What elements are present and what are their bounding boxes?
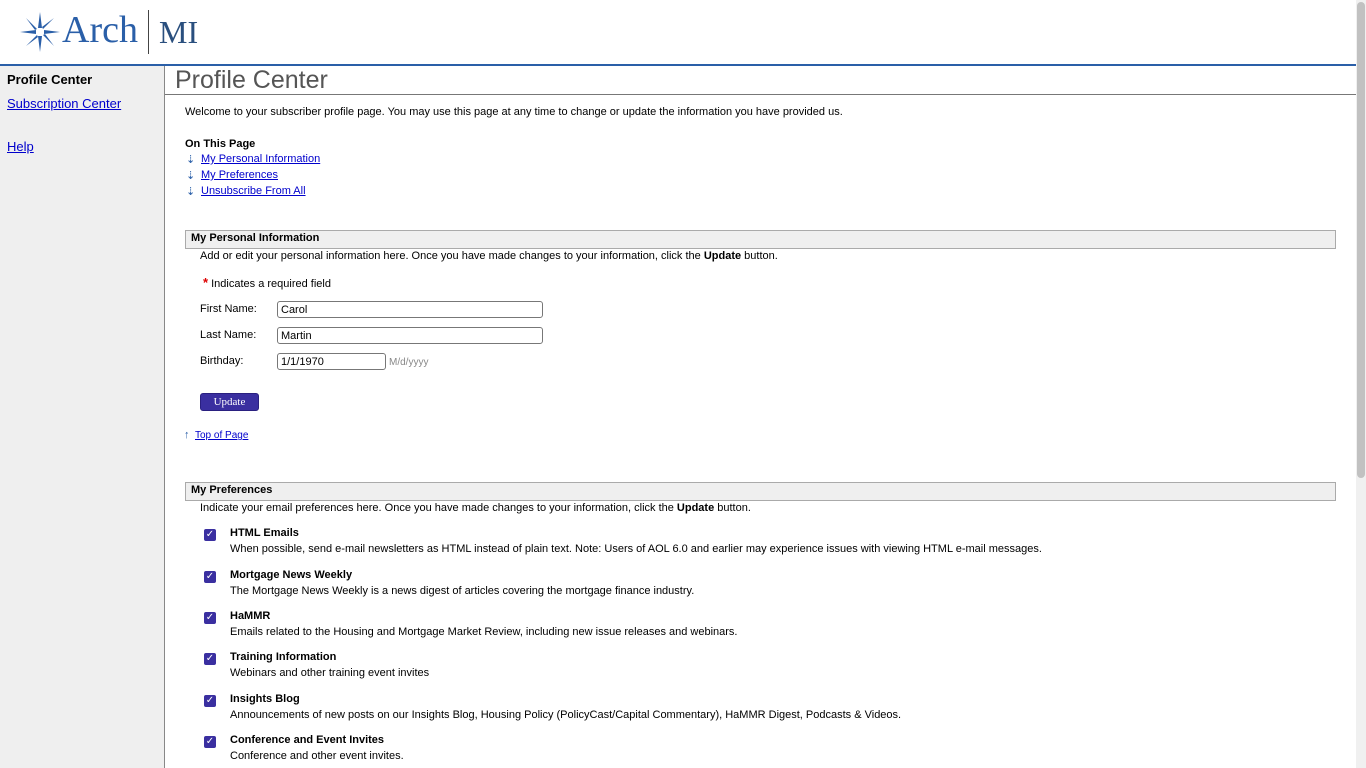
birthday-format-hint: M/d/yyyy [389, 357, 429, 368]
preference-description: Emails related to the Housing and Mortga… [230, 626, 738, 638]
arrow-down-icon: ⇣ [186, 170, 196, 182]
personal-info-section-header: My Personal Information [185, 230, 1336, 249]
update-button[interactable]: Update [200, 393, 259, 411]
top-of-page-link[interactable]: Top of Page [195, 430, 248, 441]
preference-checkbox[interactable]: ✓ [204, 612, 216, 624]
arrow-down-icon: ⇣ [186, 186, 196, 198]
preference-description: Webinars and other training event invite… [230, 667, 430, 679]
arrow-up-icon: ↑ [184, 429, 190, 441]
preference-title: HaMMR [230, 610, 271, 622]
brand-name: Arch [62, 9, 138, 51]
preference-title: HTML Emails [230, 527, 299, 539]
first-name-field[interactable] [277, 301, 543, 318]
preference-title: Mortgage News Weekly [230, 569, 353, 581]
preferences-heading: My Preferences [191, 484, 273, 496]
preference-title: Conference and Event Invites [230, 734, 385, 746]
sidebar-link-subscription-center[interactable]: Subscription Center [7, 96, 121, 111]
scrollbar-thumb[interactable] [1357, 2, 1365, 478]
toc-link-preferences[interactable]: My Preferences [201, 169, 278, 181]
preference-title: Training Information [230, 651, 337, 663]
page-title: Profile Center [165, 66, 1356, 95]
personal-info-intro: Add or edit your personal information he… [200, 250, 778, 262]
preferences-section-header: My Preferences [185, 482, 1336, 501]
header: Arch MI [0, 0, 1356, 66]
birthday-field[interactable] [277, 353, 386, 370]
preference-checkbox[interactable]: ✓ [204, 736, 216, 748]
preference-title: Insights Blog [230, 693, 300, 705]
intro-text: Add or edit your personal information he… [200, 250, 704, 262]
intro-text-end: button. [741, 250, 778, 262]
intro-bold: Update [676, 502, 715, 514]
toc-link-unsubscribe[interactable]: Unsubscribe From All [201, 185, 306, 197]
brand-sub: MI [159, 14, 199, 50]
scrollbar[interactable] [1356, 0, 1366, 768]
intro-bold: Update [703, 250, 742, 262]
sidebar-title: Profile Center [7, 72, 93, 87]
welcome-text: Welcome to your subscriber profile page.… [185, 106, 843, 118]
preference-description: Announcements of new posts on our Insigh… [230, 709, 902, 721]
main-content: Profile Center Welcome to your subscribe… [165, 66, 1356, 768]
last-name-label: Last Name: [200, 329, 257, 341]
last-name-field[interactable] [277, 327, 543, 344]
required-text: Indicates a required field [211, 278, 331, 290]
preference-checkbox[interactable]: ✓ [204, 529, 216, 541]
intro-text: Indicate your email preferences here. On… [200, 502, 677, 514]
preference-checkbox[interactable]: ✓ [204, 695, 216, 707]
arch-mi-logo[interactable]: Arch MI [18, 8, 218, 56]
preference-description: When possible, send e-mail newsletters a… [230, 543, 1042, 555]
preference-checkbox[interactable]: ✓ [204, 571, 216, 583]
sidebar-link-help[interactable]: Help [7, 139, 34, 154]
birthday-label: Birthday: [200, 355, 244, 367]
preference-description: The Mortgage News Weekly is a news diges… [230, 585, 695, 597]
required-asterisk: * [203, 275, 209, 290]
intro-text-end: button. [714, 502, 751, 514]
required-note: * Indicates a required field [203, 275, 331, 290]
sidebar: Profile Center Subscription Center Help [0, 66, 165, 768]
star-logo-icon [20, 12, 60, 52]
arrow-down-icon: ⇣ [186, 154, 196, 166]
preference-checkbox[interactable]: ✓ [204, 653, 216, 665]
preference-description: Conference and other event invites. [230, 750, 404, 762]
preferences-intro: Indicate your email preferences here. On… [200, 502, 751, 514]
personal-info-heading: My Personal Information [191, 232, 320, 244]
toc-link-personal-info[interactable]: My Personal Information [201, 153, 320, 165]
on-this-page-heading: On This Page [185, 138, 256, 150]
page-title-text: Profile Center [175, 66, 328, 94]
logo-divider [148, 10, 149, 54]
first-name-label: First Name: [200, 303, 257, 315]
